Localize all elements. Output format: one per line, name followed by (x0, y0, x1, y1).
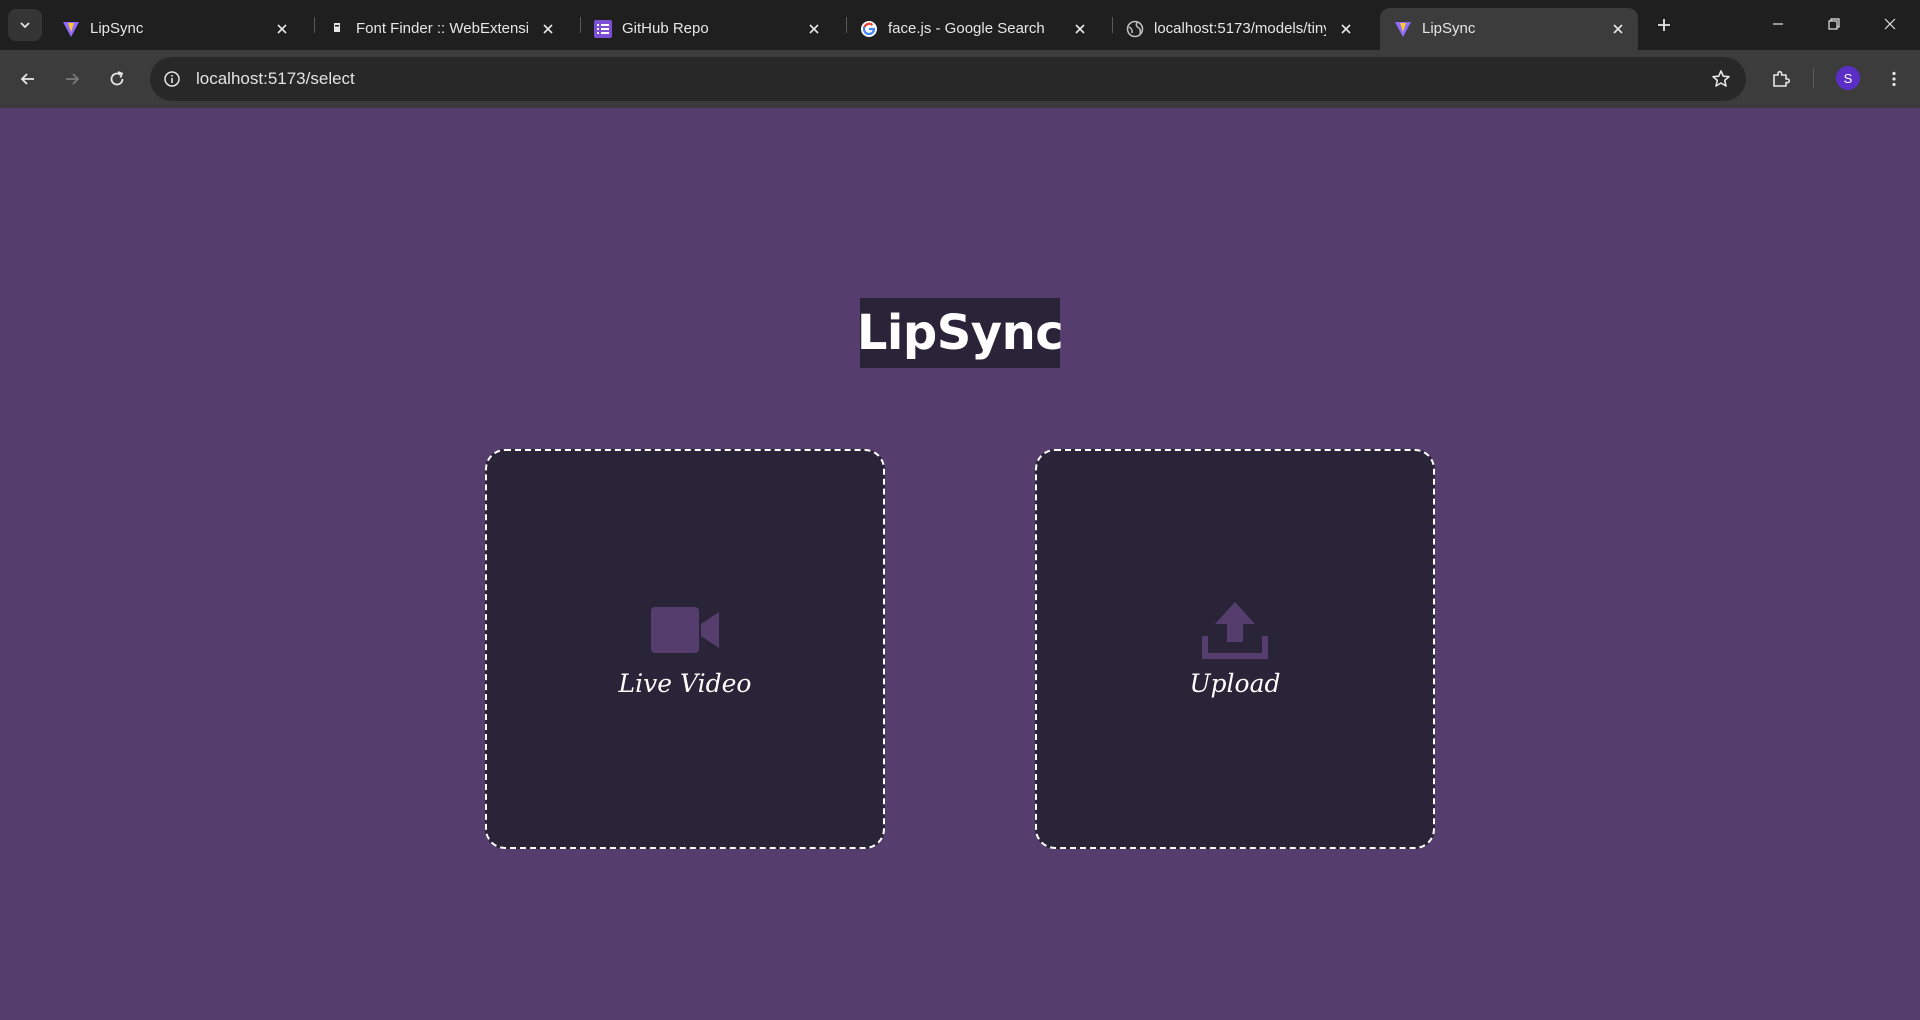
url-text[interactable]: localhost:5173/select (196, 69, 355, 89)
site-info-icon[interactable] (161, 68, 183, 90)
restore-button[interactable] (1814, 8, 1854, 40)
address-bar[interactable]: localhost:5173/select (150, 57, 1746, 101)
tab-google-search[interactable]: face.js - Google Search (846, 8, 1100, 50)
close-icon[interactable] (1070, 19, 1090, 39)
page-title: LipSync (857, 298, 1064, 368)
close-icon[interactable] (538, 19, 558, 39)
restore-icon (1828, 18, 1840, 30)
new-tab-button[interactable] (1650, 11, 1678, 39)
close-icon[interactable] (1608, 19, 1628, 39)
vite-icon (1394, 20, 1412, 38)
tab-title: face.js - Google Search (888, 20, 1045, 37)
list-icon (594, 20, 612, 38)
reload-button[interactable] (101, 63, 133, 95)
minimize-button[interactable] (1758, 8, 1798, 40)
tab-font-finder[interactable]: Font Finder :: WebExtensions (314, 8, 568, 50)
tab-strip: LipSync Font Finder :: WebExtensions (0, 0, 1920, 50)
back-button[interactable] (12, 63, 44, 95)
upload-icon (1037, 601, 1433, 659)
profile-avatar[interactable]: S (1836, 66, 1860, 90)
more-vertical-icon (1892, 71, 1896, 87)
tab-localhost-models[interactable]: localhost:5173/models/tiny (1112, 8, 1366, 50)
vite-icon (62, 20, 80, 38)
upload-option[interactable]: Upload (1035, 449, 1435, 849)
puzzle-piece-icon (1773, 70, 1791, 87)
arrow-right-icon (66, 73, 80, 85)
close-window-button[interactable] (1870, 8, 1910, 40)
minimize-icon (1773, 23, 1783, 25)
close-icon[interactable] (1336, 19, 1356, 39)
close-icon[interactable] (272, 19, 292, 39)
tab-lipsync-active[interactable]: LipSync (1380, 8, 1638, 50)
tab-github-repo[interactable]: GitHub Repo (580, 8, 834, 50)
bookmark-star-icon[interactable] (1710, 68, 1732, 90)
close-icon[interactable] (804, 19, 824, 39)
live-video-label: Live Video (618, 669, 752, 698)
tab-title: GitHub Repo (622, 20, 709, 37)
chevron-down-icon (20, 22, 30, 29)
globe-icon (1126, 20, 1144, 38)
tab-title: LipSync (1422, 20, 1476, 37)
extensions-button[interactable] (1765, 63, 1797, 95)
tab-title: Font Finder :: WebExtensions (356, 20, 528, 37)
forward-button[interactable] (56, 63, 88, 95)
tab-title: LipSync (90, 20, 144, 37)
close-icon (1884, 18, 1896, 30)
tab-title: localhost:5173/models/tiny (1154, 20, 1326, 37)
reload-icon (110, 71, 124, 86)
page-content: LipSync Live Video Upload (0, 108, 1920, 1020)
upload-label: Upload (1189, 669, 1281, 698)
toolbar-divider (1813, 68, 1814, 88)
plus-icon (1658, 19, 1670, 31)
live-video-option[interactable]: Live Video (485, 449, 885, 849)
arrow-left-icon (20, 73, 34, 85)
google-icon (860, 20, 878, 38)
tab-search-button[interactable] (8, 9, 42, 41)
video-camera-icon (487, 601, 883, 659)
browser-toolbar: localhost:5173/select (0, 50, 1920, 108)
menu-button[interactable] (1878, 63, 1910, 95)
tab-lipsync-1[interactable]: LipSync (48, 8, 302, 50)
font-finder-icon (328, 20, 346, 38)
